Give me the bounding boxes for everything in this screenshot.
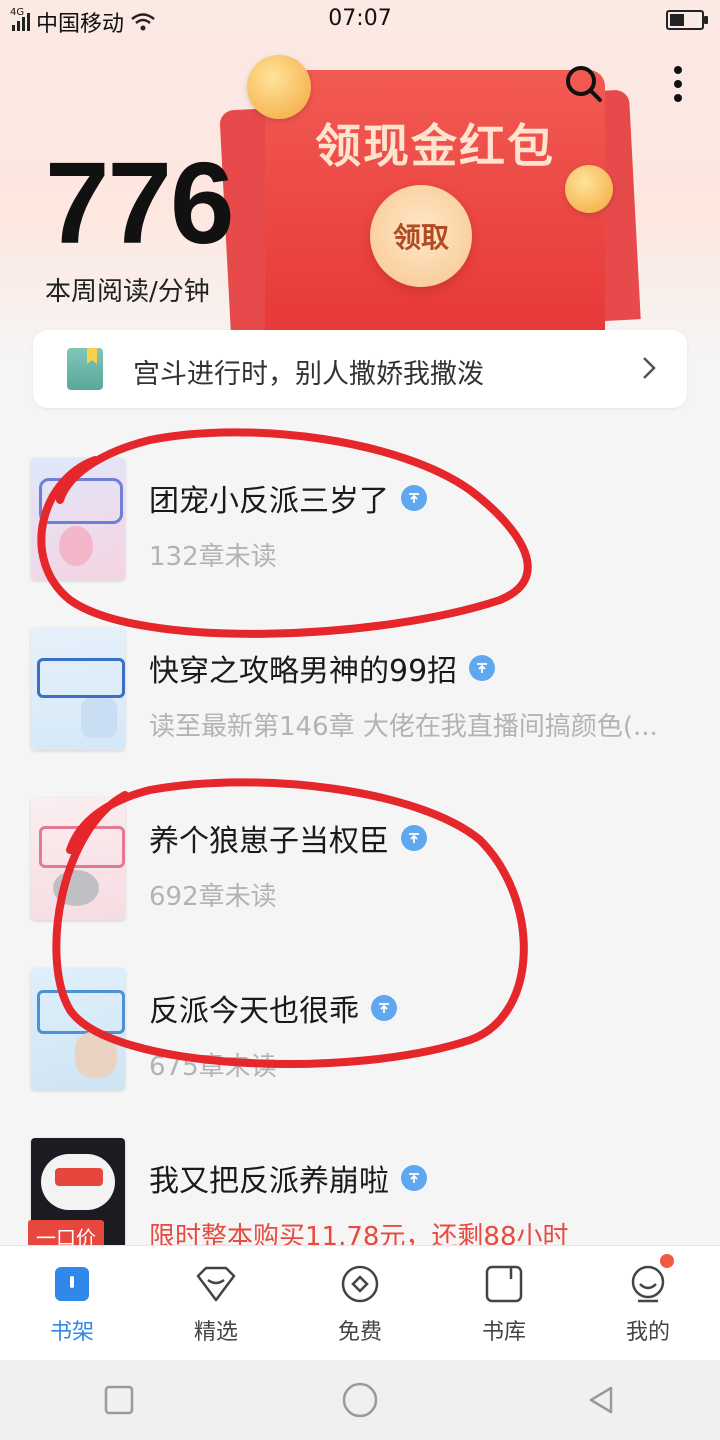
- back-icon[interactable]: [585, 1384, 617, 1416]
- book-title: 快穿之攻略男神的99招: [149, 654, 458, 689]
- pinned-icon: [401, 1165, 427, 1191]
- clock: 07:07: [328, 6, 392, 31]
- system-nav-bar: [0, 1360, 720, 1440]
- bottom-nav: 书架 精选 免费 书库 我的: [0, 1245, 720, 1361]
- chevron-right-icon: [643, 357, 656, 379]
- reading-minutes-label: 本周阅读/分钟: [45, 277, 210, 307]
- book-progress: 675章未读: [149, 1052, 277, 1082]
- profile-icon: [631, 1265, 665, 1303]
- book-progress: 读至最新第146章 大佬在我直播间搞颜色(...: [149, 712, 658, 742]
- book-title-row: 反派今天也很乖: [149, 986, 397, 1030]
- nav-label: 我的: [625, 1320, 670, 1345]
- status-bar: 4G 中国移动 07:07: [0, 0, 720, 40]
- top-actions: [562, 62, 700, 106]
- book-item[interactable]: 养个狼崽子当权臣 692章未读: [0, 798, 720, 968]
- recent-apps-icon[interactable]: [103, 1384, 135, 1416]
- search-button[interactable]: [562, 62, 606, 106]
- claim-button[interactable]: 领取: [370, 185, 472, 287]
- nav-free[interactable]: 免费: [288, 1246, 432, 1361]
- book-title: 团宠小反派三岁了: [149, 484, 389, 519]
- book-cover: [31, 458, 125, 580]
- book-title: 我又把反派养崩啦: [149, 1164, 389, 1199]
- nav-profile[interactable]: 我的: [576, 1246, 720, 1361]
- nav-label: 免费: [337, 1320, 382, 1345]
- book-item[interactable]: 团宠小反派三岁了 132章未读: [0, 458, 720, 628]
- diamond-icon: [196, 1266, 236, 1302]
- library-icon: [485, 1265, 523, 1303]
- home-icon[interactable]: [341, 1381, 379, 1419]
- reading-stats[interactable]: 776 本周阅读/分钟: [45, 138, 235, 308]
- book-title: 反派今天也很乖: [149, 994, 359, 1029]
- book-icon: [67, 348, 103, 390]
- red-packet-promo[interactable]: 领现金红包 领取: [219, 55, 645, 341]
- nav-library[interactable]: 书库: [432, 1246, 576, 1361]
- book-title-row: 快穿之攻略男神的99招: [149, 646, 496, 690]
- red-packet-title: 领现金红包: [315, 119, 555, 173]
- book-progress: 692章未读: [149, 882, 277, 912]
- book-progress: 132章未读: [149, 542, 277, 572]
- book-cover: [31, 628, 125, 750]
- banner-text: 宫斗进行时，别人撒娇我撒泼: [133, 359, 484, 390]
- nav-bookshelf[interactable]: 书架: [0, 1246, 144, 1361]
- book-title: 养个狼崽子当权臣: [149, 824, 389, 859]
- battery-fill: [670, 14, 684, 26]
- pinned-icon: [371, 995, 397, 1021]
- pinned-icon: [401, 825, 427, 851]
- book-title-row: 养个狼崽子当权臣: [149, 816, 427, 860]
- pinned-icon: [401, 485, 427, 511]
- reading-minutes: 776: [45, 138, 235, 268]
- more-button[interactable]: [656, 62, 700, 106]
- book-title-row: 我又把反派养崩啦: [149, 1156, 427, 1200]
- more-vertical-icon: [674, 66, 682, 102]
- nav-featured[interactable]: 精选: [144, 1246, 288, 1361]
- notification-dot: [660, 1254, 674, 1268]
- pinned-icon: [469, 655, 496, 681]
- book-title-row: 团宠小反派三岁了: [149, 476, 427, 520]
- recommend-banner[interactable]: 宫斗进行时，别人撒娇我撒泼: [33, 330, 687, 408]
- book-item[interactable]: 快穿之攻略男神的99招 读至最新第146章 大佬在我直播间搞颜色(...: [0, 628, 720, 798]
- nav-label: 精选: [193, 1320, 238, 1345]
- nav-label: 书库: [481, 1320, 526, 1345]
- coin-icon: [341, 1265, 379, 1303]
- search-icon: [566, 66, 602, 102]
- battery-icon: [666, 10, 708, 30]
- book-cover: [31, 798, 125, 920]
- nav-label: 书架: [49, 1320, 94, 1345]
- book-item[interactable]: 反派今天也很乖 675章未读: [0, 968, 720, 1138]
- book-cover: [31, 968, 125, 1090]
- bookshelf-icon: [55, 1267, 89, 1301]
